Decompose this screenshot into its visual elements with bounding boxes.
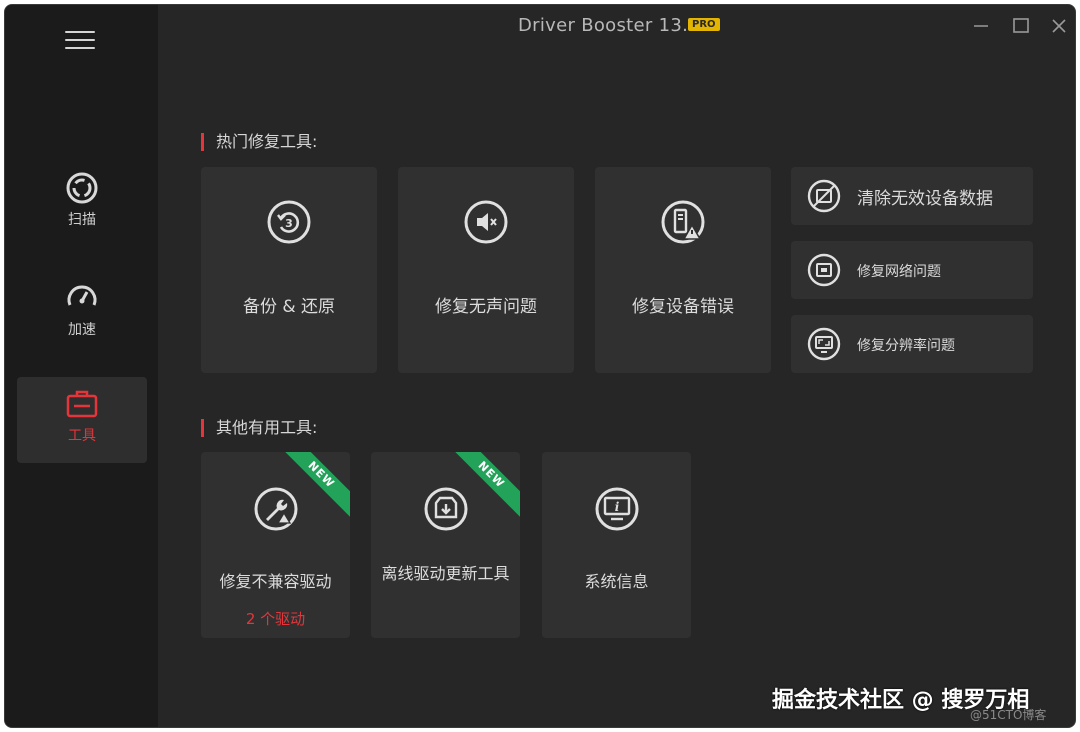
clean-device-data-card[interactable]: 清除无效设备数据 [791,167,1033,225]
system-info-icon: i [595,487,638,531]
fix-incompatible-drivers-card[interactable]: NEW 修复不兼容驱动 2 个驱动 [201,452,350,638]
toolbox-icon [66,390,98,418]
minimize-icon[interactable] [970,15,992,37]
side-card-label: 清除无效设备数据 [857,189,993,209]
app-title: Driver Booster 13.1 [518,15,700,36]
sidebar-item-tools[interactable]: 工具 [17,377,147,463]
sidebar: 扫描 加速 工具 [5,5,158,727]
device-warning-icon [661,200,705,244]
side-card-label: 修复分辨率问题 [857,338,955,354]
pro-badge: PRO [688,18,720,31]
sidebar-item-scan[interactable]: 扫描 [17,161,147,247]
other-tools-heading: 其他有用工具: [201,419,317,437]
card-label: 备份 & 还原 [242,297,336,317]
offline-download-icon [424,487,467,531]
sidebar-item-label: 工具 [68,428,96,444]
fix-network-card[interactable]: 修复网络问题 [791,241,1033,299]
card-label: 修复无声问题 [435,297,537,317]
offline-driver-update-card[interactable]: NEW 离线驱动更新工具 [371,452,520,638]
system-info-card[interactable]: i 系统信息 [542,452,691,638]
card-label: 离线驱动更新工具 [381,564,510,583]
card-label: 修复设备错误 [632,297,734,317]
hamburger-menu-icon[interactable] [65,31,95,53]
mute-speaker-icon [464,200,508,244]
maximize-icon[interactable] [1010,15,1032,37]
side-card-label: 修复网络问题 [857,264,941,280]
network-icon [807,253,841,287]
sidebar-item-label: 扫描 [68,212,96,228]
app-window: 扫描 加速 工具 Driver Booster 13.1 PRO 热门修复工具:… [4,4,1076,728]
backup-restore-icon: 3 [267,200,311,244]
sidebar-item-speedup[interactable]: 加速 [17,271,147,357]
watermark-sub: @51CTO博客 [970,708,1047,722]
title-bar: Driver Booster 13.1 PRO [158,5,1075,49]
sidebar-item-label: 加速 [68,322,96,338]
svg-text:3: 3 [285,217,293,230]
popular-tools-heading: 热门修复工具: [201,133,317,151]
close-icon[interactable] [1048,15,1070,37]
fix-device-error-card[interactable]: 修复设备错误 [595,167,771,373]
speedometer-icon [67,285,97,306]
scan-icon [66,172,98,204]
svg-text:i: i [614,500,619,514]
driver-count: 2 个驱动 [245,610,306,628]
fix-resolution-card[interactable]: 修复分辨率问题 [791,315,1033,373]
resolution-icon [807,327,841,361]
backup-restore-card[interactable]: 3 备份 & 还原 [201,167,377,373]
card-label: 系统信息 [584,572,649,591]
fix-no-sound-card[interactable]: 修复无声问题 [398,167,574,373]
clean-device-data-icon [807,179,841,213]
wrench-warning-icon [254,487,297,531]
card-label: 修复不兼容驱动 [219,572,332,591]
